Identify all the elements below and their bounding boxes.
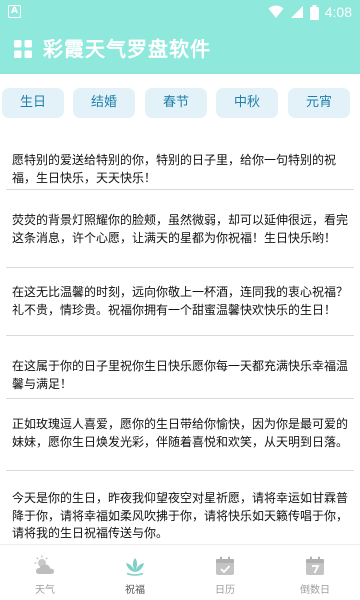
- nav-weather[interactable]: 天气: [0, 545, 90, 600]
- tab-spring-festival[interactable]: 春节: [145, 88, 207, 118]
- divider: [6, 470, 354, 471]
- nav-label: 祝福: [125, 585, 145, 596]
- app-bar: 彩霞天气罗盘软件: [0, 24, 360, 74]
- lotus-icon: [126, 558, 144, 576]
- divider: [6, 189, 354, 190]
- wifi-icon: [268, 5, 284, 18]
- tab-birthday[interactable]: 生日: [2, 88, 64, 118]
- bottom-navigation: 天气 祝福 日历 倒数日: [0, 544, 360, 600]
- list-item[interactable]: 正如玫瑰逗人喜爱，愿你的生日带给你愉快，因为你是最可爱的妹妹，愿你生日焕发光彩，…: [6, 416, 354, 451]
- app-title: 彩霞天气罗盘软件: [43, 37, 211, 61]
- divider: [6, 398, 354, 399]
- divider: [6, 335, 354, 336]
- nav-blessings[interactable]: 祝福: [90, 545, 180, 600]
- divider: [6, 267, 354, 268]
- clock-time: 4:08: [324, 4, 352, 20]
- status-bar: A 4:08: [0, 0, 360, 24]
- nav-countdown[interactable]: 倒数日: [270, 545, 360, 600]
- list-item[interactable]: 今天是你的生日，昨夜我仰望夜空对星祈愿，请将幸运如甘霖普降于你，请将幸福如柔风吹…: [6, 490, 354, 543]
- tab-mid-autumn[interactable]: 中秋: [216, 88, 278, 118]
- list-item[interactable]: 愿特别的爱送给特别的你，特别的日子里，给你一句特别的祝福，生日快乐，天天快乐！: [6, 152, 354, 187]
- category-tabs: 生日 结婚 春节 中秋 元宵: [0, 74, 360, 132]
- app-notification-icon: A: [8, 5, 21, 18]
- list-item[interactable]: 在这无比温馨的时刻，远向你敬上一杯酒，连同我的衷心祝福？礼不贵，情珍贵。祝福你拥…: [6, 284, 354, 319]
- grid-icon[interactable]: [14, 40, 32, 58]
- calendar-icon: [216, 556, 234, 575]
- list-item[interactable]: 在这属于你的日子里祝你生日快乐愿你每一天都充满快乐幸福温馨与满足！: [6, 358, 354, 393]
- nav-label: 日历: [215, 585, 235, 596]
- wish-list: 愿特别的爱送给特别的你，特别的日子里，给你一句特别的祝福，生日快乐，天天快乐！ …: [0, 132, 360, 544]
- list-item[interactable]: 荧荧的背景灯照耀你的脸颊，虽然微弱，却可以延伸很远，看完这条消息，许个心愿，让满…: [6, 212, 354, 247]
- weather-icon: [34, 555, 54, 574]
- signal-icon: [290, 6, 303, 18]
- countdown-calendar-icon: [306, 556, 324, 575]
- status-indicators: 4:08: [268, 3, 352, 21]
- nav-label: 天气: [35, 585, 55, 596]
- nav-calendar[interactable]: 日历: [180, 545, 270, 600]
- battery-icon: [309, 4, 319, 20]
- nav-label: 倒数日: [300, 585, 330, 596]
- tab-lantern-festival[interactable]: 元宵: [288, 88, 350, 118]
- tab-wedding[interactable]: 结婚: [73, 88, 135, 118]
